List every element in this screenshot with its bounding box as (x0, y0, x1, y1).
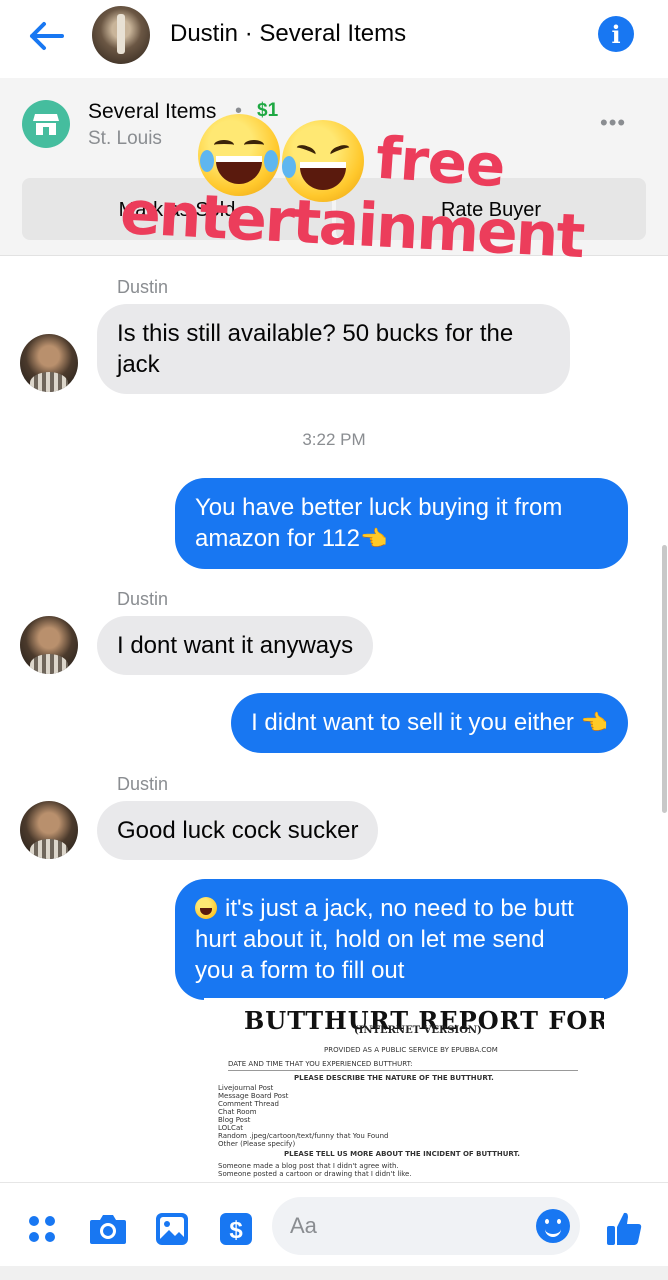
sender-name: Dustin (117, 589, 169, 609)
message-bubble-incoming[interactable]: Good luck cock sucker (97, 801, 379, 860)
form-option: Blog Post (218, 1116, 251, 1124)
back-arrow-icon[interactable] (24, 14, 68, 58)
message-line: Is this still available? 50 bucks for th… (117, 320, 514, 347)
form-option: LOLCat (218, 1124, 243, 1132)
message-line: it's just a jack, no need to be butt (225, 895, 574, 922)
message-bubble-outgoing[interactable]: I didnt want to sell it you either 👈 (231, 693, 628, 753)
form-option: Livejournal Post (218, 1084, 274, 1092)
form-option: Comment Thread (218, 1100, 279, 1108)
timestamp: 3:22 PM (302, 430, 366, 449)
message-bubble-incoming[interactable]: I dont want it anyways (97, 616, 374, 675)
form-option: Random .jpeg/cartoon/text/funny that You… (218, 1132, 389, 1140)
message-input-placeholder: Aa (290, 1213, 317, 1238)
message-text: I didnt want to sell it you either (251, 709, 581, 736)
form-option: Chat Room (218, 1108, 257, 1116)
sticker-text-free: free (373, 123, 507, 201)
form-option: Other (Please specify) (218, 1140, 296, 1148)
more-icon[interactable]: ••• (600, 110, 626, 136)
conversation-header: Dustin · Several Items i (0, 0, 668, 78)
listing-price: $1 (257, 100, 279, 121)
laughing-emoji-icon (195, 897, 217, 919)
form-provided: PROVIDED AS A PUBLIC SERVICE BY EPUBBA.C… (324, 1046, 498, 1054)
emoji-icon[interactable] (536, 1209, 570, 1243)
sender-name: Dustin (117, 277, 169, 297)
form-option: Message Board Post (218, 1092, 289, 1100)
pointing-hand-icon: 👈 (360, 527, 388, 552)
message-bubble-outgoing[interactable]: You have better luck buying it from amaz… (175, 478, 628, 569)
form-subtitle: (INTERNET VERSION) (354, 1025, 482, 1036)
gallery-icon[interactable] (150, 1207, 194, 1251)
shop-icon (22, 100, 70, 148)
svg-text:$: $ (229, 1217, 243, 1244)
message-text: I dont want it anyways (117, 632, 354, 659)
apps-icon[interactable] (20, 1207, 64, 1251)
camera-icon[interactable] (86, 1207, 130, 1251)
message-line: hurt about it, hold on let me send (195, 926, 545, 953)
conversation-title[interactable]: Dustin · Several Items (170, 20, 406, 48)
avatar[interactable] (20, 334, 78, 392)
avatar[interactable] (20, 616, 78, 674)
form-date-line: DATE AND TIME THAT YOU EXPERIENCED BUTTH… (228, 1060, 413, 1068)
scrollbar[interactable] (662, 545, 667, 813)
message-input[interactable]: Aa (272, 1197, 580, 1255)
shared-image-butthurt-form[interactable]: BUTTHURT REPORT FORM (INTERNET VERSION) … (204, 998, 604, 1182)
pointing-hand-icon: 👈 (580, 711, 608, 736)
form-incident: Someone made a blog post that I didn't a… (218, 1162, 399, 1170)
message-bubble-incoming[interactable]: Is this still available? 50 bucks for th… (97, 304, 570, 394)
message-text: Good luck cock sucker (117, 817, 359, 844)
avatar[interactable] (20, 801, 78, 859)
avatar[interactable] (92, 6, 150, 64)
listing-location: St. Louis (88, 128, 162, 149)
sender-name: Dustin (117, 774, 169, 794)
payment-icon[interactable]: $ (214, 1207, 258, 1251)
info-icon[interactable]: i (598, 16, 634, 52)
form-tell-more: PLEASE TELL US MORE ABOUT THE INCIDENT O… (284, 1150, 520, 1158)
listing-title[interactable]: Several Items (88, 100, 216, 124)
message-line: you a form to fill out (195, 957, 405, 984)
form-incident: Someone posted a cartoon or drawing that… (218, 1170, 412, 1178)
message-line: amazon for 112 (195, 525, 360, 552)
form-describe: PLEASE DESCRIBE THE NATURE OF THE BUTTHU… (294, 1074, 494, 1082)
message-line: You have better luck buying it from (195, 494, 563, 521)
message-line: jack (117, 351, 160, 378)
system-nav-strip (0, 1266, 668, 1280)
message-bubble-outgoing[interactable]: it's just a jack, no need to be butt hur… (175, 879, 628, 1000)
thumbs-up-icon[interactable] (602, 1207, 646, 1251)
